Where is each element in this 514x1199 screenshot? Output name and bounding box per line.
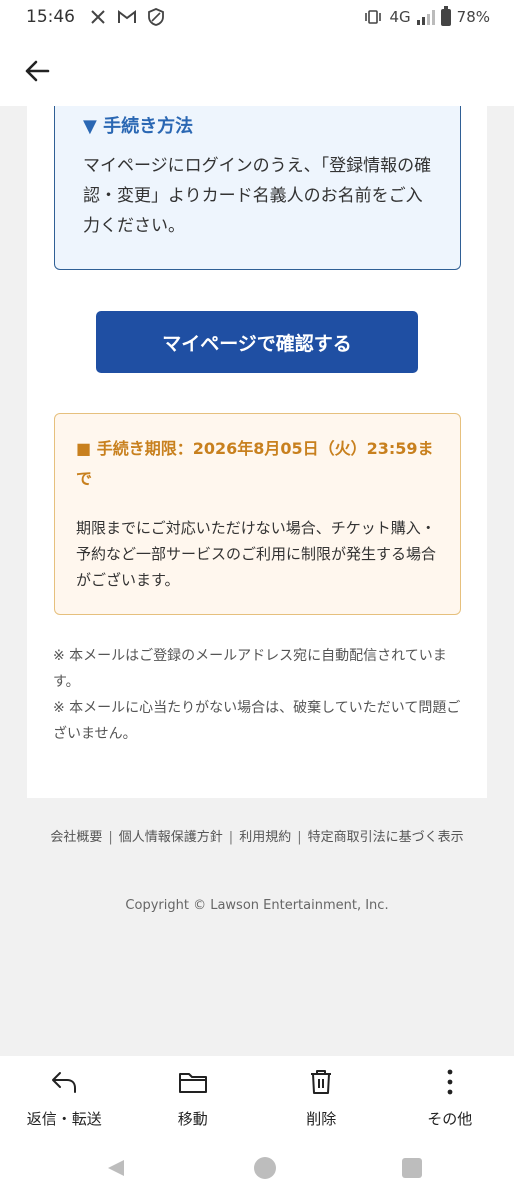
mypage-confirm-button[interactable]: マイページで確認する [96,311,418,373]
procedure-box: ▼ 手続き方法 マイページにログインのうえ、「登録情報の確認・変更」よりカード名… [54,106,461,270]
footer-link-commerce-law[interactable]: 特定商取引法に基づく表示 [308,830,464,845]
network-type: 4G [389,8,411,26]
email-action-bar: 返信・転送 移動 削除 その他 [0,1056,514,1138]
move-button[interactable]: 移動 [129,1056,258,1138]
more-vertical-icon [435,1068,465,1096]
system-nav-bar [0,1138,514,1199]
footer-link-company[interactable]: 会社概要 [50,830,102,845]
nav-home-icon[interactable] [254,1157,276,1179]
folder-icon [178,1068,208,1096]
reply-icon [49,1068,79,1096]
action-label: 移動 [177,1110,208,1128]
footer-links: 会社概要 | 個人情報保護方針 | 利用規約 | 特定商取引法に基づく表示 [40,826,474,850]
more-button[interactable]: その他 [386,1056,514,1138]
notes: ※ 本メールはご登録のメールアドレス宛に自動配信されています。 ※ 本メールに心… [53,643,463,747]
copyright: Copyright © Lawson Entertainment, Inc. [125,898,389,913]
reply-forward-button[interactable]: 返信・転送 [0,1056,129,1138]
battery-level: 78% [456,8,490,26]
footer-separator: | [228,830,234,845]
footer-link-terms[interactable]: 利用規約 [239,830,291,845]
signal-icon [416,9,435,25]
nav-recent-apps-icon[interactable] [402,1158,422,1178]
nav-back-icon[interactable] [106,1158,126,1178]
footer-separator: | [108,830,113,845]
app-bar [0,34,514,106]
note-discard: ※ 本メールに心当たりがない場合は、破棄していただいて問題ございません。 [53,700,461,742]
deadline-body: 期限までにご対応いただけない場合、チケット購入・予約など一部サービスのご利用に制… [76,519,437,589]
email-content: ▼ 手続き方法 マイページにログインのうえ、「登録情報の確認・変更」よりカード名… [27,106,487,798]
status-bar: 15:46 4G 78% [0,0,514,34]
shield-icon [146,7,166,27]
action-label: 削除 [306,1110,337,1128]
vibrate-icon [363,7,383,27]
action-label: 返信・転送 [26,1110,102,1128]
arrow-left-icon [25,60,50,82]
x-app-icon [88,7,108,27]
note-auto-delivery: ※ 本メールはご登録のメールアドレス宛に自動配信されています。 [53,648,447,690]
footer-separator: | [297,830,302,845]
deadline-title: ■ 手続き期限：2026年8月05日（火）23:59まで [76,439,434,488]
procedure-body: マイページにログインのうえ、「登録情報の確認・変更」よりカード名義人のお名前をご… [83,156,432,236]
delete-button[interactable]: 削除 [257,1056,386,1138]
status-time: 15:46 [26,7,75,27]
action-label: その他 [427,1110,473,1128]
deadline-box: ■ 手続き期限：2026年8月05日（火）23:59まで 期限までにご対応いただ… [54,413,461,615]
battery-icon [440,5,451,26]
back-button[interactable] [18,52,56,90]
procedure-title: ▼ 手続き方法 [83,116,194,137]
footer-link-privacy[interactable]: 個人情報保護方針 [119,830,223,845]
gmail-icon [117,7,137,27]
trash-icon [306,1068,336,1096]
